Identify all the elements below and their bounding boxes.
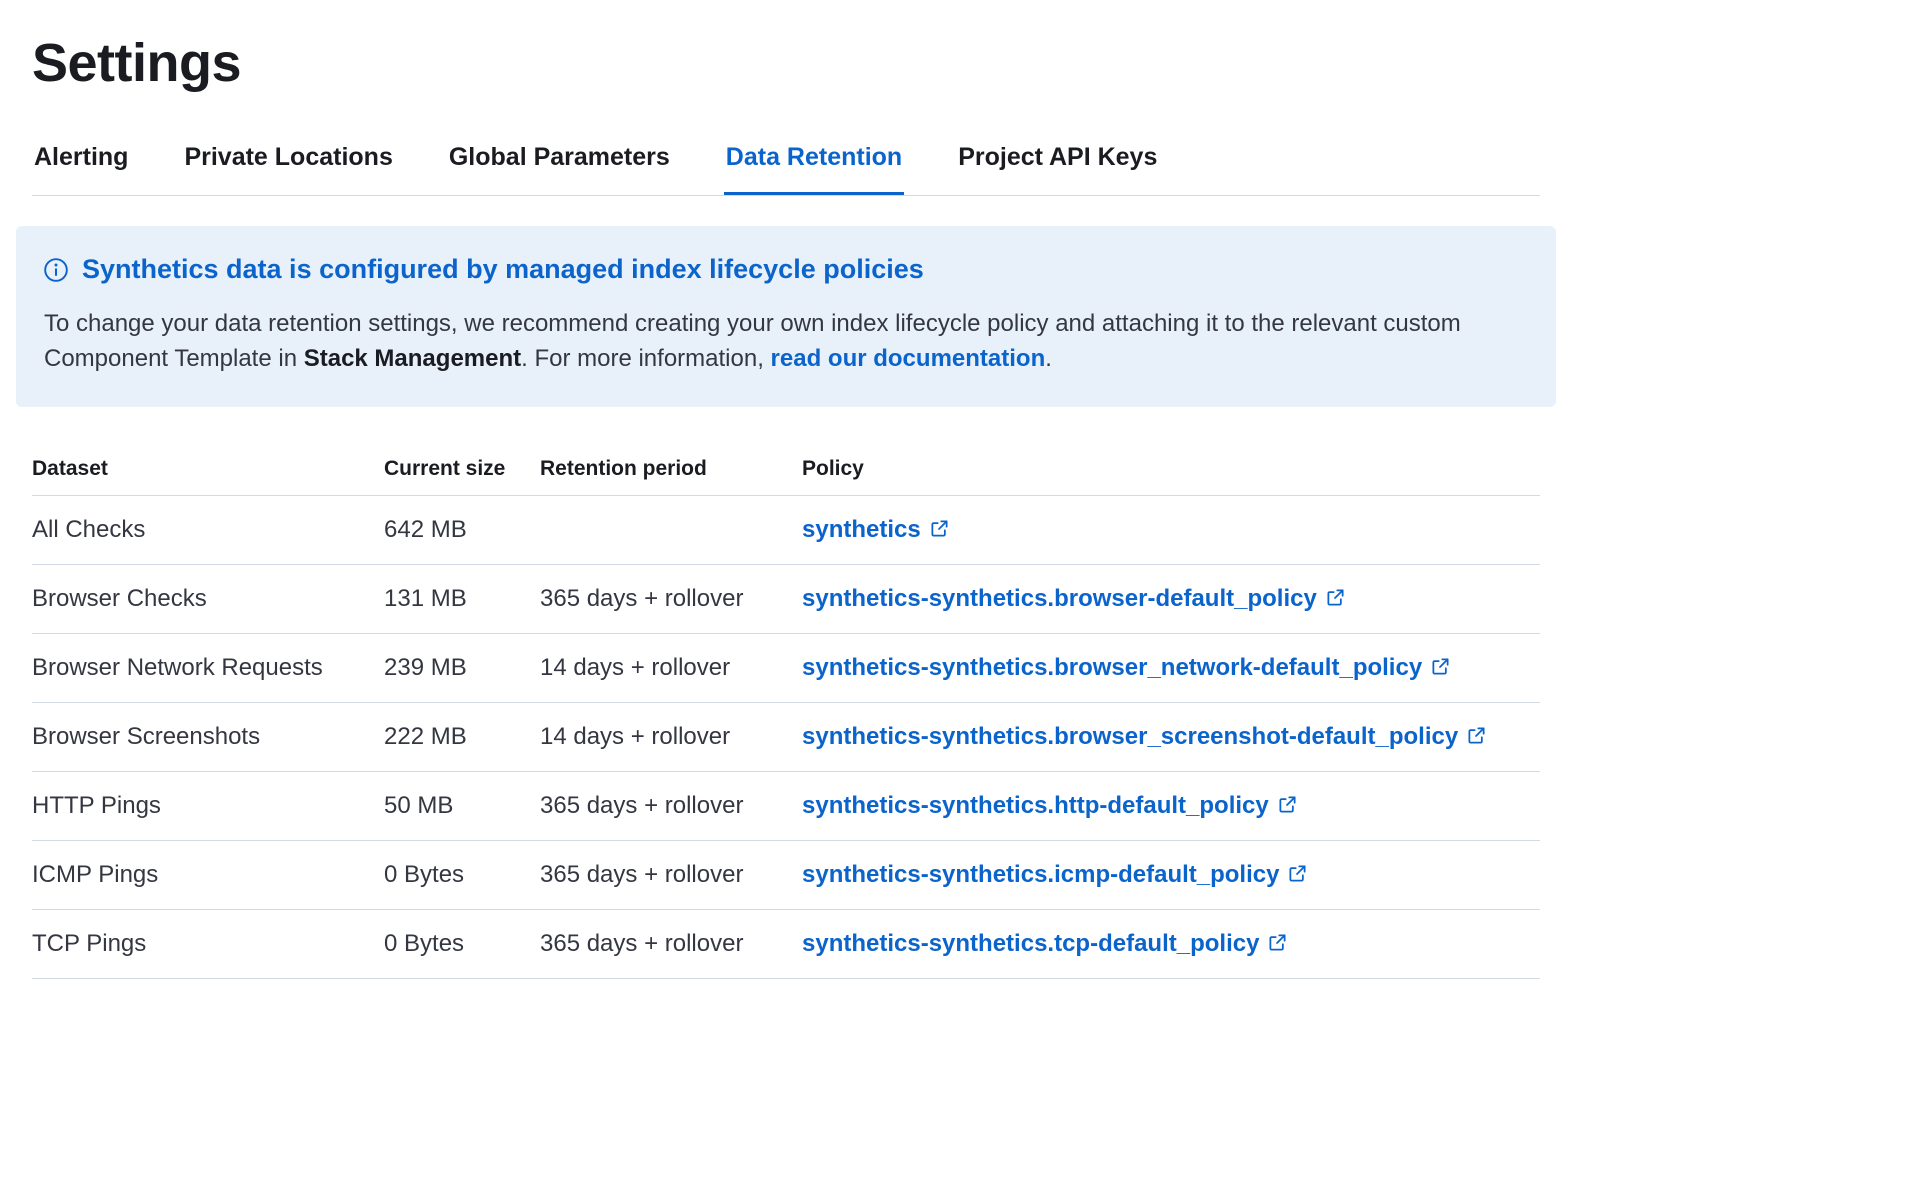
dataset-cell: TCP Pings [32,909,384,978]
external-link-icon [1467,726,1486,745]
dataset-cell: All Checks [32,495,384,564]
retention-cell: 365 days + rollover [540,564,802,633]
policy-link-label: synthetics-synthetics.browser_screenshot… [802,723,1458,751]
external-link-icon [1278,795,1297,814]
callout-text-2: . For more information, [521,345,770,372]
tab-alerting[interactable]: Alerting [32,139,130,195]
policy-link[interactable]: synthetics [802,516,949,544]
info-icon [44,258,68,282]
callout-title: Synthetics data is configured by managed… [82,254,924,285]
size-cell: 131 MB [384,564,540,633]
policy-link[interactable]: synthetics-synthetics.tcp-default_policy [802,930,1287,958]
dataset-cell: HTTP Pings [32,771,384,840]
retention-cell: 365 days + rollover [540,771,802,840]
policy-link-label: synthetics-synthetics.browser_network-de… [802,654,1422,682]
table-row: ICMP Pings 0 Bytes 365 days + rollover s… [32,840,1540,909]
policy-link-label: synthetics-synthetics.icmp-default_polic… [802,861,1279,889]
tab-global-parameters[interactable]: Global Parameters [447,139,672,195]
policy-link[interactable]: synthetics-synthetics.icmp-default_polic… [802,861,1307,889]
tab-project-api-keys[interactable]: Project API Keys [956,139,1159,195]
retention-cell: 365 days + rollover [540,840,802,909]
external-link-icon [1268,933,1287,952]
header-policy: Policy [802,441,1540,496]
callout-body: To change your data retention settings, … [44,307,1528,377]
size-cell: 239 MB [384,633,540,702]
policy-link[interactable]: synthetics-synthetics.browser_screenshot… [802,723,1486,751]
retention-table: Dataset Current size Retention period Po… [32,441,1540,979]
retention-cell: 365 days + rollover [540,909,802,978]
policy-link-label: synthetics-synthetics.http-default_polic… [802,792,1269,820]
policy-link-label: synthetics-synthetics.tcp-default_policy [802,930,1259,958]
external-link-icon [1326,588,1345,607]
table-row: All Checks 642 MB synthetics [32,495,1540,564]
external-link-icon [1288,864,1307,883]
tab-private-locations[interactable]: Private Locations [182,139,394,195]
callout-header: Synthetics data is configured by managed… [44,254,1528,285]
header-current-size: Current size [384,441,540,496]
policy-link[interactable]: synthetics-synthetics.browser-default_po… [802,585,1345,613]
table-row: Browser Checks 131 MB 365 days + rollove… [32,564,1540,633]
size-cell: 642 MB [384,495,540,564]
dataset-cell: Browser Network Requests [32,633,384,702]
policy-link-label: synthetics [802,516,921,544]
table-row: Browser Screenshots 222 MB 14 days + rol… [32,702,1540,771]
tab-bar: Alerting Private Locations Global Parame… [32,139,1540,196]
size-cell: 0 Bytes [384,840,540,909]
callout-text-3: . [1045,345,1052,372]
header-dataset: Dataset [32,441,384,496]
tab-data-retention[interactable]: Data Retention [724,139,904,195]
retention-cell: 14 days + rollover [540,633,802,702]
info-callout: Synthetics data is configured by managed… [16,226,1556,407]
table-row: HTTP Pings 50 MB 365 days + rollover syn… [32,771,1540,840]
header-retention-period: Retention period [540,441,802,496]
table-row: TCP Pings 0 Bytes 365 days + rollover sy… [32,909,1540,978]
dataset-cell: ICMP Pings [32,840,384,909]
size-cell: 0 Bytes [384,909,540,978]
retention-cell [540,495,802,564]
external-link-icon [1431,657,1450,676]
policy-link[interactable]: synthetics-synthetics.browser_network-de… [802,654,1450,682]
policy-link[interactable]: synthetics-synthetics.http-default_polic… [802,792,1297,820]
retention-cell: 14 days + rollover [540,702,802,771]
table-row: Browser Network Requests 239 MB 14 days … [32,633,1540,702]
documentation-link[interactable]: read our documentation [771,345,1046,372]
policy-link-label: synthetics-synthetics.browser-default_po… [802,585,1317,613]
callout-text-bold: Stack Management [304,345,521,372]
page-title: Settings [32,34,1540,93]
dataset-cell: Browser Checks [32,564,384,633]
size-cell: 50 MB [384,771,540,840]
settings-page: Settings Alerting Private Locations Glob… [0,0,1572,979]
dataset-cell: Browser Screenshots [32,702,384,771]
size-cell: 222 MB [384,702,540,771]
external-link-icon [930,519,949,538]
table-header-row: Dataset Current size Retention period Po… [32,441,1540,496]
